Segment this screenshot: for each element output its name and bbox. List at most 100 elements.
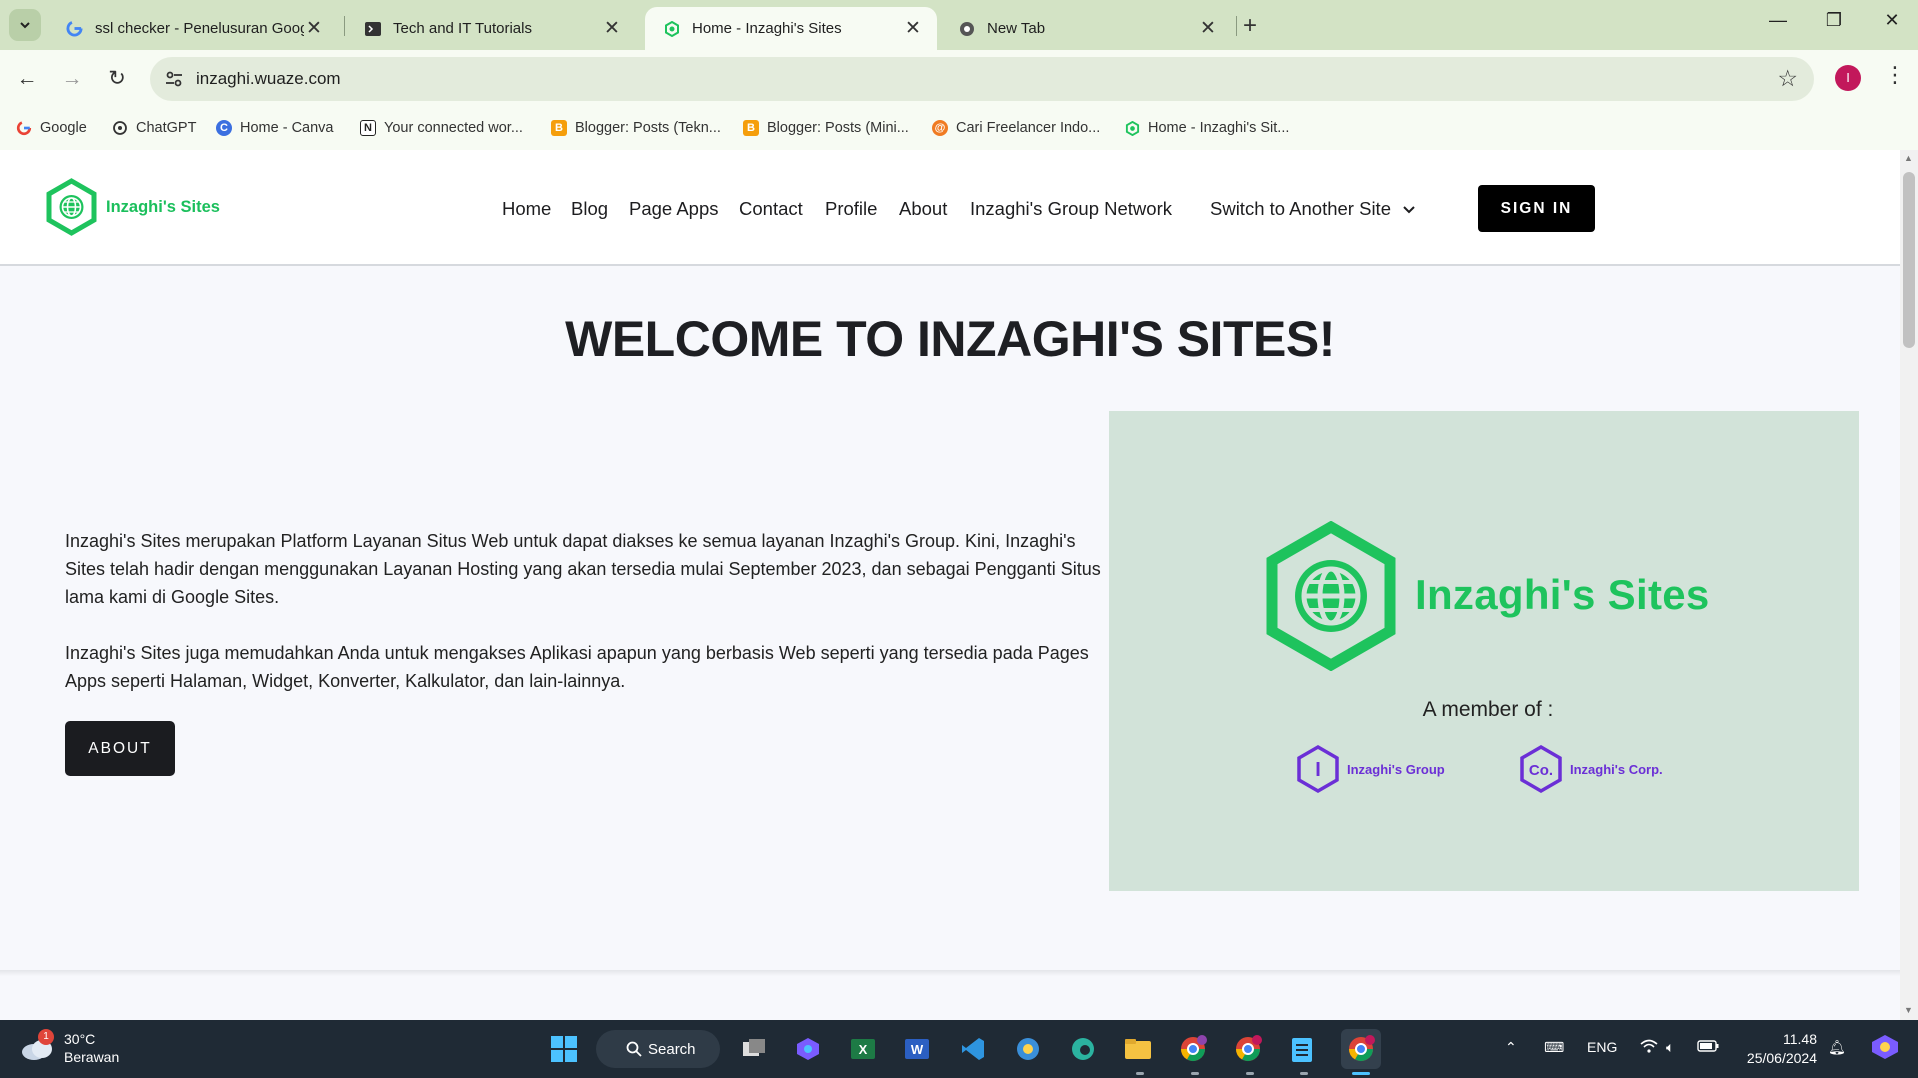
- hero-image: Inzaghi's Sites A member of : I Inzaghi'…: [1109, 411, 1859, 891]
- tab-tech-tutorials[interactable]: Tech and IT Tutorials ✕: [346, 7, 636, 50]
- tab-ssl-checker[interactable]: ssl checker - Penelusuran Goog ✕: [48, 7, 338, 50]
- task-view-icon[interactable]: [738, 1033, 770, 1065]
- bookmark-chatgpt[interactable]: ChatGPT: [112, 116, 196, 140]
- excel-icon[interactable]: X: [847, 1033, 879, 1065]
- bookmark-google[interactable]: Google: [16, 116, 87, 140]
- close-icon[interactable]: ✕: [304, 17, 324, 40]
- scrollbar-thumb[interactable]: [1903, 172, 1915, 348]
- notion-icon: N: [360, 120, 376, 136]
- volume-icon[interactable]: 🔈︎: [1666, 1039, 1674, 1056]
- tab-title: New Tab: [987, 20, 1046, 37]
- bookmark-freelancer[interactable]: @ Cari Freelancer Indo...: [932, 116, 1100, 140]
- edge-icon[interactable]: [1067, 1033, 1099, 1065]
- bookmarks-bar: Google ChatGPT C Home - Canva N Your con…: [0, 108, 1918, 150]
- tab-search-button[interactable]: [9, 9, 41, 41]
- nav-contact[interactable]: Contact: [739, 198, 803, 220]
- system-clock[interactable]: 11.48 25/06/2024: [1735, 1030, 1817, 1068]
- inzaghi-sites-icon: [1124, 120, 1140, 136]
- switch-site-dropdown[interactable]: Switch to Another Site: [1210, 198, 1416, 220]
- bookmark-blogger-tekn[interactable]: B Blogger: Posts (Tekn...: [551, 116, 721, 140]
- notification-bell-icon[interactable]: 🔔︎: [1828, 1039, 1846, 1056]
- profile-avatar[interactable]: I: [1835, 65, 1861, 91]
- bookmark-label: Blogger: Posts (Tekn...: [575, 120, 721, 136]
- nav-about[interactable]: About: [899, 198, 947, 220]
- tab-new-tab[interactable]: New Tab ✕: [940, 7, 1232, 50]
- blogger-icon: B: [743, 120, 759, 136]
- url-text: inzaghi.wuaze.com: [196, 69, 341, 88]
- page-viewport: Inzaghi's Sites Home Blog Page Apps Cont…: [0, 150, 1900, 1020]
- member-of-label: A member of :: [1422, 698, 1554, 721]
- new-tab-plus-icon[interactable]: +: [1243, 12, 1257, 40]
- bookmark-star-icon[interactable]: ☆: [1777, 65, 1798, 92]
- notepad-icon[interactable]: [1286, 1033, 1318, 1065]
- tab-divider: [1236, 16, 1237, 36]
- chrome-active-icon[interactable]: [1341, 1029, 1381, 1069]
- chrome-profile-icon[interactable]: [1232, 1033, 1264, 1065]
- input-language[interactable]: ENG: [1587, 1039, 1617, 1055]
- google-icon: [66, 20, 83, 37]
- chrome-icon[interactable]: [1177, 1033, 1209, 1065]
- svg-text:X: X: [859, 1042, 868, 1057]
- globe-hexagon-logo-icon: [46, 178, 97, 236]
- weather-alert-badge: 1: [38, 1029, 54, 1045]
- bookmark-label: Home - Inzaghi's Sit...: [1148, 120, 1290, 136]
- taskbar-search[interactable]: Search: [596, 1030, 720, 1068]
- weather-description: Berawan: [64, 1049, 120, 1065]
- vscode-icon[interactable]: [957, 1033, 989, 1065]
- back-arrow-icon[interactable]: ←: [12, 64, 42, 94]
- member-inzaghis-corp: Co. Inzaghi's Corp.: [1518, 744, 1663, 794]
- close-icon[interactable]: ✕: [602, 17, 622, 40]
- apps-paragraph: Inzaghi's Sites juga memudahkan Anda unt…: [65, 643, 1089, 691]
- page-scrollbar[interactable]: ▲ ▼: [1900, 150, 1918, 1020]
- restore-icon[interactable]: ❐: [1814, 10, 1854, 31]
- section-divider-shadow: [0, 970, 1900, 976]
- google-icon: [16, 120, 32, 136]
- page-title: WELCOME TO INZAGHI'S SITES!: [565, 311, 1335, 367]
- close-icon[interactable]: ✕: [1198, 17, 1218, 40]
- blogger-icon: B: [551, 120, 567, 136]
- tray-overflow-chevron-icon[interactable]: ⌃: [1505, 1039, 1517, 1056]
- scroll-up-arrow-icon[interactable]: ▲: [1904, 153, 1913, 163]
- nav-blog[interactable]: Blog: [571, 198, 608, 220]
- minimize-icon[interactable]: —: [1758, 10, 1798, 31]
- forward-arrow-icon[interactable]: →: [57, 64, 87, 94]
- bookmark-blogger-mini[interactable]: B Blogger: Posts (Mini...: [743, 116, 909, 140]
- network-app-icon[interactable]: [1012, 1033, 1044, 1065]
- address-bar[interactable]: inzaghi.wuaze.com ☆: [150, 57, 1814, 101]
- site-settings-icon[interactable]: [164, 69, 184, 89]
- bookmark-canva[interactable]: C Home - Canva: [216, 116, 333, 140]
- close-icon[interactable]: ✕: [903, 17, 923, 40]
- weather-widget[interactable]: 1 30°C Berawan: [20, 1029, 120, 1066]
- word-icon[interactable]: W: [901, 1033, 933, 1065]
- scroll-down-arrow-icon[interactable]: ▼: [1904, 1005, 1913, 1015]
- tab-inzaghi-home[interactable]: Home - Inzaghi's Sites ✕: [645, 7, 937, 50]
- copilot-tray-icon[interactable]: [1870, 1034, 1900, 1063]
- file-explorer-icon[interactable]: [1122, 1033, 1154, 1065]
- reload-icon[interactable]: ↻: [102, 64, 132, 94]
- weather-temperature: 30°C: [64, 1031, 96, 1047]
- clock-date: 25/06/2024: [1746, 1050, 1817, 1066]
- nav-home[interactable]: Home: [502, 198, 551, 220]
- copilot-icon[interactable]: [792, 1033, 824, 1065]
- bookmark-label: Your connected wor...: [384, 120, 523, 136]
- nav-page-apps[interactable]: Page Apps: [629, 198, 719, 220]
- more-menu-icon[interactable]: ⋮: [1884, 62, 1906, 88]
- bookmark-inzaghi-sites[interactable]: Home - Inzaghi's Sit...: [1124, 116, 1289, 140]
- sign-in-button[interactable]: SIGN IN: [1478, 185, 1595, 232]
- wifi-icon[interactable]: [1640, 1039, 1658, 1056]
- keyboard-icon[interactable]: ⌨: [1544, 1039, 1564, 1056]
- chatgpt-icon: [112, 120, 128, 136]
- nav-group-network[interactable]: Inzaghi's Group Network: [970, 198, 1172, 220]
- battery-icon[interactable]: [1697, 1039, 1719, 1055]
- windows-start-icon[interactable]: [548, 1033, 580, 1065]
- inzaghi-sites-icon: [663, 20, 680, 37]
- running-indicator: [1246, 1072, 1254, 1075]
- globe-hexagon-logo-icon: [1266, 521, 1396, 671]
- window-close-icon[interactable]: ✕: [1872, 10, 1912, 31]
- bookmark-label: ChatGPT: [136, 120, 197, 136]
- about-button[interactable]: ABOUT: [65, 721, 175, 776]
- hero-brand-name: Inzaghi's Sites: [1415, 571, 1710, 618]
- nav-profile[interactable]: Profile: [825, 198, 877, 220]
- site-logo[interactable]: Inzaghi's Sites: [45, 178, 220, 236]
- bookmark-notion[interactable]: N Your connected wor...: [360, 116, 523, 140]
